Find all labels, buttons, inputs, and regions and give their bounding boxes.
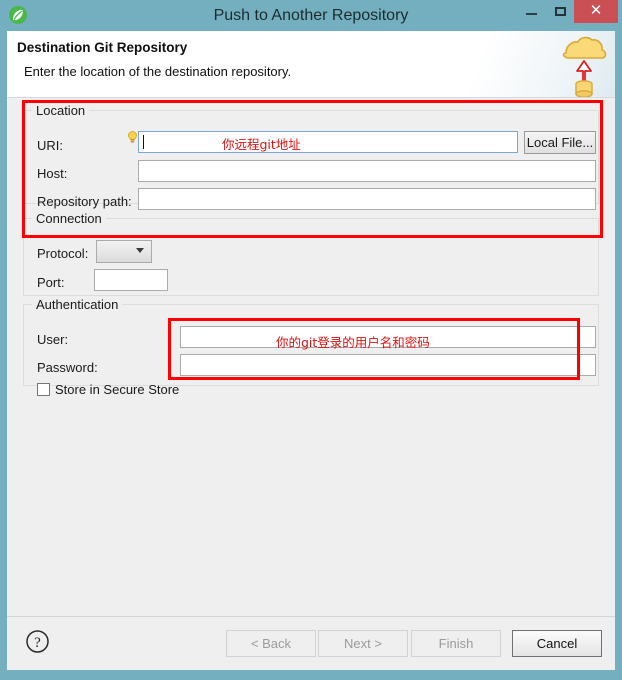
finish-button[interactable]: Finish (411, 630, 501, 657)
minimize-icon (526, 13, 537, 15)
minimize-button[interactable] (515, 0, 547, 23)
user-label: User: (37, 332, 69, 347)
password-input[interactable] (180, 354, 596, 376)
repository-path-input[interactable] (138, 188, 596, 210)
close-button[interactable]: ✕ (574, 0, 618, 23)
protocol-select[interactable] (96, 240, 152, 263)
password-label: Password: (37, 360, 98, 375)
back-button[interactable]: < Back (226, 630, 316, 657)
dialog-window: Push to Another Repository ✕ Destination… (0, 0, 622, 680)
text-caret (143, 135, 144, 149)
annotation-text-authentication: 你的git登录的用户名和密码 (276, 335, 430, 350)
next-button[interactable]: Next > (318, 630, 408, 657)
question-mark-icon[interactable]: ? (25, 629, 50, 654)
page-title: Destination Git Repository (17, 40, 188, 55)
repository-path-label: Repository path: (37, 194, 132, 209)
protocol-label: Protocol: (37, 246, 89, 261)
local-file-button[interactable]: Local File... (524, 131, 596, 154)
location-group-label: Location (32, 103, 90, 118)
uri-input[interactable] (138, 131, 518, 153)
authentication-group-label: Authentication (32, 297, 123, 312)
close-icon: ✕ (589, 2, 603, 19)
svg-text:?: ? (34, 635, 41, 651)
lightbulb-icon (128, 131, 137, 144)
host-label: Host: (37, 166, 68, 181)
cancel-button[interactable]: Cancel (512, 630, 602, 657)
store-in-secure-store-checkbox[interactable] (37, 383, 50, 396)
dialog-body: Location URI: Local File... Host: Reposi… (7, 98, 615, 616)
connection-group-label: Connection (32, 211, 106, 226)
dialog-footer: ? < Back Next > Finish Cancel (7, 616, 615, 670)
page-subtitle: Enter the location of the destination re… (24, 64, 292, 79)
annotation-text-location: 你远程git地址 (222, 137, 301, 152)
wizard-header: Destination Git Repository Enter the loc… (7, 31, 615, 98)
maximize-icon (555, 7, 566, 16)
uri-label: URI: (37, 138, 63, 153)
host-input[interactable] (138, 160, 596, 182)
port-label: Port: (37, 275, 65, 290)
store-in-secure-store-label: Store in Secure Store (55, 382, 180, 397)
port-input[interactable] (94, 269, 168, 291)
title-bar: Push to Another Repository ✕ (0, 0, 622, 31)
cloud-upload-database-icon (552, 31, 614, 97)
chevron-down-icon (136, 248, 144, 253)
maximize-button[interactable] (545, 0, 577, 23)
